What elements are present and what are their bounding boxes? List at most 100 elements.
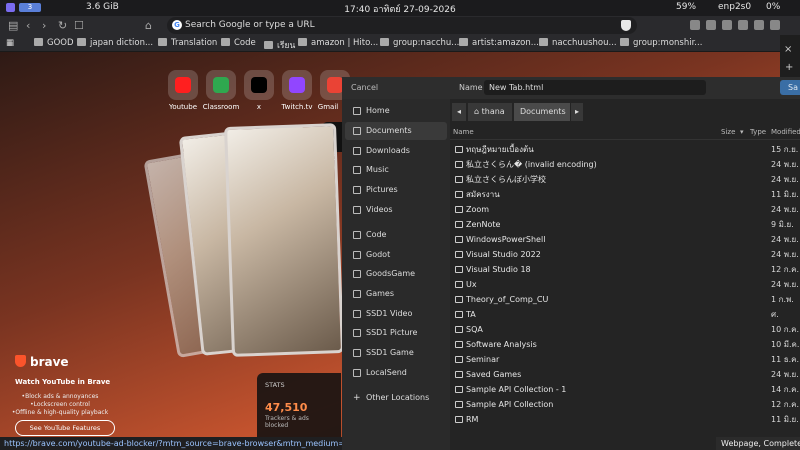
file-row[interactable]: ทฤษฎีหมายเบื้องต้น 15 ก.ย. xyxy=(450,142,800,157)
place-videos[interactable]: Videos xyxy=(345,201,447,219)
place-code[interactable]: Code xyxy=(345,226,447,244)
forward-icon[interactable]: › xyxy=(42,19,46,32)
column-type[interactable]: Type xyxy=(750,128,766,136)
place-localsend[interactable]: LocalSend xyxy=(345,364,447,382)
system-bar: 3 3.6 GiB 17:40 อาทิตย์ 27-09-2026 59% e… xyxy=(0,0,800,16)
bookmark-item[interactable]: เรียน xyxy=(264,38,295,52)
back-icon[interactable]: ‹ xyxy=(26,19,30,32)
address-bar[interactable]: G Search Google or type a URL xyxy=(167,17,637,34)
file-row[interactable]: Ux 24 พ.ย. xyxy=(450,277,800,292)
file-row[interactable]: 私立さくらんぼ小学校 24 พ.ย. xyxy=(450,172,800,187)
menu-icon[interactable] xyxy=(770,20,780,30)
bookmark-item[interactable]: nacchuushou... xyxy=(539,38,617,48)
bookmark-item[interactable]: amazon | Hito... xyxy=(298,38,378,48)
address-placeholder: Search Google or type a URL xyxy=(185,20,315,30)
column-name[interactable]: Name xyxy=(453,128,474,136)
place-games[interactable]: Games xyxy=(345,285,447,303)
top-site-classroom[interactable] xyxy=(206,70,236,100)
place-other-locations[interactable]: + Other Locations xyxy=(345,389,447,407)
home-icon[interactable]: ⌂ xyxy=(145,19,152,32)
add-icon[interactable]: + xyxy=(785,62,793,73)
extension-icon[interactable] xyxy=(706,20,716,30)
file-row[interactable]: WindowsPowerShell 24 พ.ย. xyxy=(450,232,800,247)
top-site-x[interactable] xyxy=(244,70,274,100)
save-button[interactable]: Sa xyxy=(780,80,800,95)
youtube-features-button[interactable]: See YouTube Features xyxy=(15,420,115,436)
file-row[interactable]: Zoom 24 พ.ย. xyxy=(450,202,800,217)
bookmark-item[interactable]: Translation xyxy=(158,38,217,48)
reload-icon[interactable]: ↻ xyxy=(58,19,67,32)
bookmark-item[interactable]: GOOD xyxy=(34,38,74,48)
file-modified: 24 พ.ย. xyxy=(771,235,799,244)
file-row[interactable]: SQA 10 ก.ค. xyxy=(450,322,800,337)
file-row[interactable]: Software Analysis 10 มี.ค. xyxy=(450,337,800,352)
battery-status: 59% xyxy=(676,2,697,12)
bookmark-item[interactable]: Code xyxy=(221,38,256,48)
extension-icon[interactable] xyxy=(722,20,732,30)
wallet-icon[interactable] xyxy=(754,20,764,30)
bookmark-item[interactable]: group:monshir... xyxy=(620,38,702,48)
column-size[interactable]: Size xyxy=(721,128,735,136)
place-ssd1-game[interactable]: SSD1 Game xyxy=(345,344,447,362)
place-home[interactable]: Home xyxy=(345,102,447,120)
volume-status: 0% xyxy=(766,2,781,12)
path-forward-icon[interactable]: ▸ xyxy=(571,103,583,121)
file-row[interactable]: Visual Studio 2022 24 พ.ย. xyxy=(450,247,800,262)
file-name: Sample API Collection xyxy=(466,400,554,409)
file-row[interactable]: Theory_of_Comp_CU 1 ก.พ. xyxy=(450,292,800,307)
brave-lion-icon xyxy=(15,355,26,367)
top-site-youtube[interactable] xyxy=(168,70,198,100)
place-downloads[interactable]: Downloads xyxy=(345,142,447,160)
stats-count: 47,510 xyxy=(265,401,308,414)
close-icon[interactable]: × xyxy=(784,44,792,55)
file-row[interactable]: Sample API Collection - 1 14 ก.ค. xyxy=(450,382,800,397)
folder-icon xyxy=(455,206,463,213)
file-row[interactable]: Visual Studio 18 12 ก.ค. xyxy=(450,262,800,277)
sidebar-toggle-icon[interactable]: ▤ xyxy=(8,19,18,32)
place-ssd1-picture[interactable]: SSD1 Picture xyxy=(345,324,447,342)
folder-icon xyxy=(455,401,463,408)
file-row[interactable]: RM 11 มิ.ย. xyxy=(450,412,800,427)
place-documents[interactable]: Documents xyxy=(345,122,447,140)
folder-icon xyxy=(455,296,463,303)
folder-icon xyxy=(455,176,463,183)
folder-icon xyxy=(455,326,463,333)
file-row[interactable]: TA ศ. xyxy=(450,307,800,322)
cancel-button[interactable]: Cancel xyxy=(351,83,378,92)
file-row[interactable]: Sample API Collection 12 ก.ค. xyxy=(450,397,800,412)
bookmark-item[interactable]: group:nacchu... xyxy=(380,38,459,48)
extension-icon[interactable] xyxy=(738,20,748,30)
place-music[interactable]: Music xyxy=(345,161,447,179)
file-name: Visual Studio 2022 xyxy=(466,250,541,259)
path-documents[interactable]: Documents xyxy=(514,103,570,121)
file-row[interactable]: Saved Games 24 พ.ย. xyxy=(450,367,800,382)
file-row[interactable]: ZenNote 9 มิ.ย. xyxy=(450,217,800,232)
top-site-twitch[interactable] xyxy=(282,70,312,100)
place-godot[interactable]: Godot xyxy=(345,246,447,264)
file-row[interactable]: Seminar 11 ธ.ค. 2 xyxy=(450,352,800,367)
file-row[interactable]: สมัครงาน 11 มิ.ย. xyxy=(450,187,800,202)
file-name: Seminar xyxy=(466,355,500,364)
bookmarks-bar: ▦ GOOD japan diction... Translation Code… xyxy=(0,35,800,52)
bookmarks-menu-icon[interactable]: ▦ xyxy=(6,38,14,48)
download-icon xyxy=(353,147,361,155)
filename-input[interactable]: New Tab.html xyxy=(484,80,706,95)
place-goodsgame[interactable]: GoodsGame xyxy=(345,265,447,283)
file-modified: 9 มิ.ย. xyxy=(771,220,794,229)
file-modified: 11 ธ.ค. 2 xyxy=(771,355,800,364)
bookmark-icon[interactable]: ☐ xyxy=(74,19,84,32)
path-back-icon[interactable]: ◂ xyxy=(452,103,466,121)
file-row[interactable]: 私立さくらん� (invalid encoding) 24 พ.ย. xyxy=(450,157,800,172)
translate-icon[interactable] xyxy=(690,20,700,30)
place-pictures[interactable]: Pictures xyxy=(345,181,447,199)
bookmark-item[interactable]: artist:amazon... xyxy=(459,38,539,48)
place-ssd1-video[interactable]: SSD1 Video xyxy=(345,305,447,323)
bookmark-item[interactable]: japan diction... xyxy=(77,38,153,48)
folder-icon xyxy=(455,341,463,348)
folder-icon xyxy=(455,161,463,168)
folder-icon xyxy=(353,369,361,377)
brave-shield-icon[interactable] xyxy=(621,20,631,31)
file-type-select[interactable]: Webpage, Complete xyxy=(716,437,800,450)
column-modified[interactable]: Modified xyxy=(771,128,800,136)
path-thana[interactable]: ⌂ thana xyxy=(468,103,512,121)
